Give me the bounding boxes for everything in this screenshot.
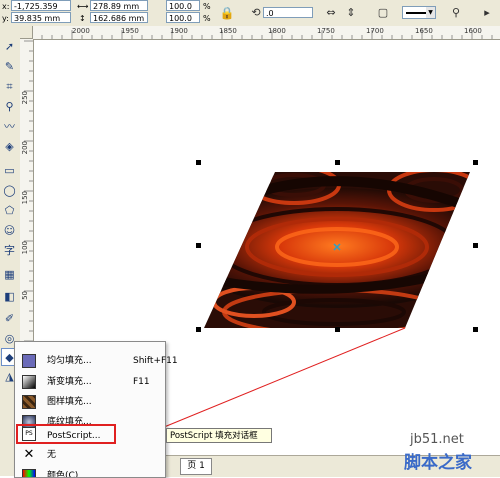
ruler-label: 1850 xyxy=(219,27,237,35)
menu-item-postscript-fill[interactable]: PS PostScript... xyxy=(16,424,116,444)
scale-x-field[interactable]: 100.0 xyxy=(166,0,200,11)
selection-handle-nw[interactable] xyxy=(196,160,201,165)
ruler-label: 200 xyxy=(21,141,29,155)
shape-tool-icon[interactable]: ✎ xyxy=(1,58,18,76)
pick-tool-icon[interactable]: ➚ xyxy=(1,38,18,56)
crop-tool-icon[interactable]: ⌗ xyxy=(1,78,18,96)
selection-handle-e[interactable] xyxy=(473,243,478,248)
percent-label: % xyxy=(203,14,211,23)
menu-item-no-fill[interactable]: ✕ 无 xyxy=(15,445,165,465)
polygon-tool-icon[interactable]: ⬠ xyxy=(1,202,18,220)
fill-flyout-menu: 均匀填充... Shift+F11 渐变填充... F11 图样填充... 底纹… xyxy=(14,341,178,478)
height-field[interactable]: 162.686 mm xyxy=(90,12,148,23)
smart-fill-icon[interactable]: ◈ xyxy=(1,138,18,156)
menu-item-label: 均匀填充... xyxy=(47,356,92,366)
wrap-text-icon[interactable]: ▢ xyxy=(374,4,392,22)
ellipse-tool-icon[interactable]: ◯ xyxy=(1,182,18,200)
more-options-icon[interactable]: ▸ xyxy=(478,4,496,22)
x-label: x: xyxy=(2,2,10,11)
postscript-filled-shape[interactable] xyxy=(177,165,497,335)
ruler-label: 1650 xyxy=(415,27,433,35)
scale-y-field[interactable]: 100.0 xyxy=(166,12,200,23)
ruler-label: 1600 xyxy=(464,27,482,35)
menu-item-fountain-fill[interactable]: 渐变填充... F11 xyxy=(15,372,165,392)
menu-item-color[interactable]: 颜色(C) xyxy=(15,466,165,477)
ruler-label: 2000 xyxy=(72,27,90,35)
ruler-label: 50 xyxy=(21,291,29,300)
basic-shapes-icon[interactable]: ☺ xyxy=(1,222,18,240)
zoom-tool-icon[interactable]: ⚲ xyxy=(1,98,18,116)
menu-item-pattern-fill[interactable]: 图样填充... xyxy=(15,392,165,412)
chevron-down-icon[interactable]: ▼ xyxy=(426,7,435,18)
horizontal-ruler[interactable]: 2000 1950 1900 1850 1800 1750 1700 1650 1600 xyxy=(20,26,500,40)
menu-item-label: 颜色(C) xyxy=(47,471,79,477)
rotation-field[interactable]: .0 xyxy=(263,7,313,18)
watermark-site: jb51.net xyxy=(410,432,464,447)
ruler-label: 100 xyxy=(21,241,29,255)
ruler-label: 1900 xyxy=(170,27,188,35)
tooltip: PostScript 填充对话框 xyxy=(166,428,272,443)
menu-item-shortcut: F11 xyxy=(133,377,150,387)
lock-ratio-icon[interactable]: 🔒 xyxy=(218,4,236,22)
postscript-fill-icon: PS xyxy=(22,427,36,441)
selection-handle-se[interactable] xyxy=(473,327,478,332)
ruler-label: 1950 xyxy=(121,27,139,35)
watermark-brand: 脚本之家 xyxy=(404,453,472,473)
eyedropper-icon[interactable]: ✐ xyxy=(1,310,18,328)
selection-handle-sw[interactable] xyxy=(196,327,201,332)
pattern-fill-icon xyxy=(22,395,36,409)
width-field[interactable]: 278.89 mm xyxy=(90,0,148,11)
table-tool-icon[interactable]: ▦ xyxy=(1,266,18,284)
menu-item-shortcut: Shift+F11 xyxy=(133,356,178,366)
height-icon: ↕ xyxy=(79,14,86,23)
rectangle-tool-icon[interactable]: ▭ xyxy=(1,162,18,180)
selection-handle-n[interactable] xyxy=(335,160,340,165)
page-tab[interactable]: 页 1 xyxy=(180,458,212,475)
line-sample xyxy=(406,12,426,14)
menu-item-label: 图样填充... xyxy=(47,397,92,407)
property-bar: x: -1,725.359 mm y: 39.835 mm ⟷ 278.89 m… xyxy=(0,0,500,27)
interactive-blend-icon[interactable]: ◧ xyxy=(1,288,18,306)
uniform-fill-icon xyxy=(22,354,36,368)
width-icon: ⟷ xyxy=(77,2,89,11)
callout-arrow xyxy=(151,327,406,433)
ruler-origin[interactable] xyxy=(20,26,33,39)
ruler-label: 150 xyxy=(21,191,29,205)
outline-width-select[interactable]: ▼ xyxy=(402,6,436,19)
mirror-vertical-icon[interactable]: ⇕ xyxy=(342,4,360,22)
selection-handle-s[interactable] xyxy=(335,327,340,332)
y-label: y: xyxy=(2,14,9,23)
freehand-tool-icon[interactable]: 〰 xyxy=(1,118,18,136)
fountain-fill-icon xyxy=(22,375,36,389)
mirror-horizontal-icon[interactable]: ⇔ xyxy=(322,4,340,22)
x-position-field[interactable]: -1,725.359 mm xyxy=(11,0,71,22)
ruler-label: 1800 xyxy=(268,27,286,35)
to-curves-icon[interactable]: ⚲ xyxy=(447,4,465,22)
ruler-label: 1700 xyxy=(366,27,384,35)
selection-handle-w[interactable] xyxy=(196,243,201,248)
menu-item-label: 渐变填充... xyxy=(47,377,92,387)
no-fill-icon: ✕ xyxy=(23,447,35,462)
selection-handle-ne[interactable] xyxy=(473,160,478,165)
percent-label: % xyxy=(203,2,211,11)
ruler-label: 250 xyxy=(21,91,29,105)
menu-item-uniform-fill[interactable]: 均匀填充... Shift+F11 xyxy=(15,351,178,371)
menu-item-label: 无 xyxy=(47,450,57,460)
text-tool-icon[interactable]: 字 xyxy=(1,242,18,260)
y-position-field[interactable]: 39.835 mm xyxy=(11,12,71,23)
ruler-label: 1750 xyxy=(317,27,335,35)
menu-item-label: PostScript... xyxy=(47,431,101,441)
